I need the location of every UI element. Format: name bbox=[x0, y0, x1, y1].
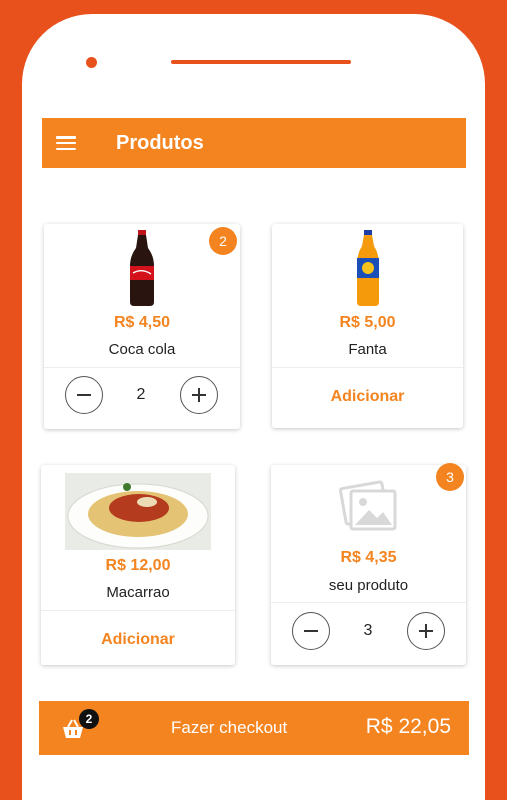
minus-icon bbox=[304, 630, 318, 632]
phone-camera bbox=[86, 57, 97, 68]
product-name: Coca cola bbox=[108, 341, 176, 358]
product-price: R$ 12,00 bbox=[105, 557, 171, 574]
product-name: seu produto bbox=[328, 577, 409, 594]
product-card-seu-produto: R$ 4,35 seu produto 3 bbox=[271, 465, 466, 665]
product-price: R$ 4,35 bbox=[340, 549, 397, 566]
product-card-coca-cola: R$ 4,50 Coca cola 2 bbox=[44, 224, 240, 429]
card-divider bbox=[272, 367, 463, 368]
decrement-button[interactable] bbox=[292, 612, 330, 650]
quantity-stepper: 2 bbox=[44, 367, 240, 423]
add-button[interactable]: Adicionar bbox=[41, 631, 235, 649]
page-title: Produtos bbox=[116, 131, 204, 154]
spaghetti-plate-image bbox=[41, 473, 235, 550]
app-bar: Produtos bbox=[42, 118, 466, 168]
phone-speaker bbox=[171, 60, 351, 64]
product-name: Fanta bbox=[348, 341, 387, 358]
product-price: R$ 5,00 bbox=[339, 314, 396, 331]
minus-icon bbox=[77, 394, 91, 396]
fanta-bottle-image bbox=[272, 230, 463, 306]
decrement-button[interactable] bbox=[65, 376, 103, 414]
quantity-value: 2 bbox=[136, 386, 146, 403]
quantity-badge: 2 bbox=[209, 227, 237, 255]
product-price: R$ 4,50 bbox=[113, 314, 171, 331]
quantity-badge: 3 bbox=[436, 463, 464, 491]
product-name: Macarrao bbox=[106, 584, 170, 601]
checkout-bar[interactable]: 2 Fazer checkout R$ 22,05 bbox=[39, 701, 469, 755]
hamburger-menu-icon[interactable] bbox=[56, 136, 76, 150]
product-card-fanta: R$ 5,00 Fanta Adicionar bbox=[272, 224, 463, 428]
product-card-macarrao: R$ 12,00 Macarrao Adicionar bbox=[41, 465, 235, 665]
checkout-label: Fazer checkout bbox=[171, 718, 288, 737]
increment-button[interactable] bbox=[180, 376, 218, 414]
cart-count-badge: 2 bbox=[79, 709, 99, 729]
add-button[interactable]: Adicionar bbox=[272, 388, 463, 406]
quantity-stepper: 3 bbox=[271, 602, 466, 658]
checkout-total: R$ 22,05 bbox=[365, 715, 451, 738]
increment-button[interactable] bbox=[407, 612, 445, 650]
quantity-value: 3 bbox=[363, 622, 373, 639]
card-divider bbox=[41, 610, 235, 611]
